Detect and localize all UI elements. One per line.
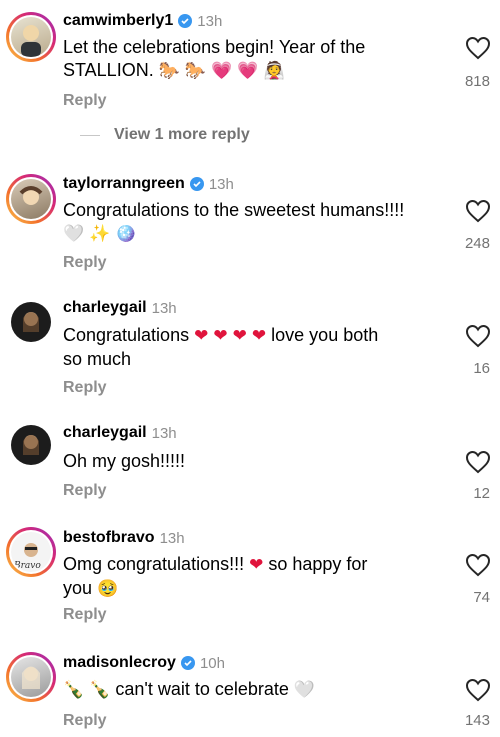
profile-photo (11, 657, 51, 697)
comment-header: taylorranngreen 13h (63, 175, 234, 193)
comment-text: Congratulations to the sweetest humans!!… (63, 200, 405, 244)
reply-button[interactable]: Reply (63, 712, 107, 730)
reply-button[interactable]: Reply (63, 379, 107, 397)
username[interactable]: charleygail (63, 299, 147, 317)
username[interactable]: taylorranngreen (63, 175, 185, 193)
profile-photo (11, 17, 51, 57)
like-count: 248 (464, 235, 490, 252)
sparkles-emoji-icon: ✨ (89, 224, 111, 244)
like-heart-icon[interactable] (465, 324, 491, 348)
svg-text:Bravo: Bravo (13, 561, 41, 571)
timestamp: 13h (159, 529, 185, 547)
comment-text: Omg congratulations!!! ❤ so happy for yo… (63, 554, 368, 599)
comment-header: charleygail 13h (63, 299, 177, 317)
comment-header: madisonlecroy 10h (63, 654, 225, 672)
reply-button[interactable]: Reply (63, 254, 107, 272)
profile-photo (11, 425, 51, 465)
verified-badge-icon (178, 14, 193, 28)
timestamp: 13h (151, 299, 177, 317)
avatar[interactable] (6, 174, 56, 224)
red-heart-emoji-icon: ❤ (194, 326, 209, 346)
comment-text: 🍾 🍾 can't wait to celebrate 🤍 (63, 679, 316, 700)
username[interactable]: charleygail (63, 424, 147, 442)
username[interactable]: bestofbravo (63, 529, 155, 547)
timestamp: 10h (199, 654, 225, 672)
comment-text: Oh my gosh!!!!! (63, 451, 186, 471)
white-heart-emoji-icon: 🤍 (293, 680, 316, 700)
red-heart-emoji-icon: ❤ (213, 326, 228, 346)
horse-emoji-icon: 🐎 (158, 61, 180, 81)
like-count: 143 (464, 712, 490, 729)
comment-text: Congratulations ❤ ❤ ❤ ❤ love you both so… (63, 325, 379, 369)
like-count: 16 (473, 360, 490, 377)
like-heart-icon[interactable] (465, 199, 491, 223)
avatar[interactable]: Bravo (6, 527, 56, 577)
heart-emoji-icon: 💗 (211, 61, 233, 81)
reply-button[interactable]: Reply (63, 92, 107, 110)
like-heart-icon[interactable] (465, 678, 491, 702)
mirror-ball-emoji-icon: 🪩 (115, 224, 137, 244)
view-more-replies[interactable]: View 1 more reply (80, 126, 250, 144)
pleading-face-emoji-icon: 🥹 (97, 579, 119, 599)
champagne-emoji-icon: 🍾 (63, 680, 85, 700)
avatar[interactable] (6, 12, 56, 62)
avatar[interactable] (6, 652, 56, 702)
like-heart-icon[interactable] (465, 36, 491, 60)
horse-emoji-icon: 🐎 (184, 61, 207, 81)
timestamp: 13h (151, 424, 177, 442)
like-heart-icon[interactable] (465, 553, 491, 577)
red-heart-emoji-icon: ❤ (232, 326, 247, 346)
reply-button[interactable]: Reply (63, 606, 107, 624)
profile-photo (11, 179, 51, 219)
red-heart-emoji-icon: ❤ (251, 326, 267, 346)
avatar[interactable] (6, 420, 56, 470)
avatar[interactable] (6, 297, 56, 347)
username[interactable]: camwimberly1 (63, 12, 173, 30)
red-heart-emoji-icon: ❤ (249, 555, 264, 575)
champagne-emoji-icon: 🍾 (89, 680, 111, 700)
comment-header: bestofbravo 13h (63, 529, 185, 547)
comment-header: camwimberly1 13h (63, 12, 222, 30)
timestamp: 13h (197, 12, 223, 30)
divider (80, 134, 100, 136)
white-heart-emoji-icon: 🤍 (63, 224, 85, 244)
like-count: 12 (473, 485, 490, 502)
bride-emoji-icon: 👰 (263, 61, 285, 81)
like-count: 818 (464, 73, 490, 90)
verified-badge-icon (189, 177, 204, 191)
bravo-logo: Bravo (11, 532, 51, 572)
reply-button[interactable]: Reply (63, 482, 107, 500)
profile-photo (11, 302, 51, 342)
heart-emoji-icon: 💗 (237, 61, 259, 81)
username[interactable]: madisonlecroy (63, 654, 176, 672)
like-count: 74 (473, 589, 490, 606)
comment-text: Let the celebrations begin! Year of the … (63, 37, 366, 81)
timestamp: 13h (208, 175, 234, 193)
like-heart-icon[interactable] (465, 450, 491, 474)
verified-badge-icon (180, 656, 195, 670)
comment-header: charleygail 13h (63, 424, 177, 442)
